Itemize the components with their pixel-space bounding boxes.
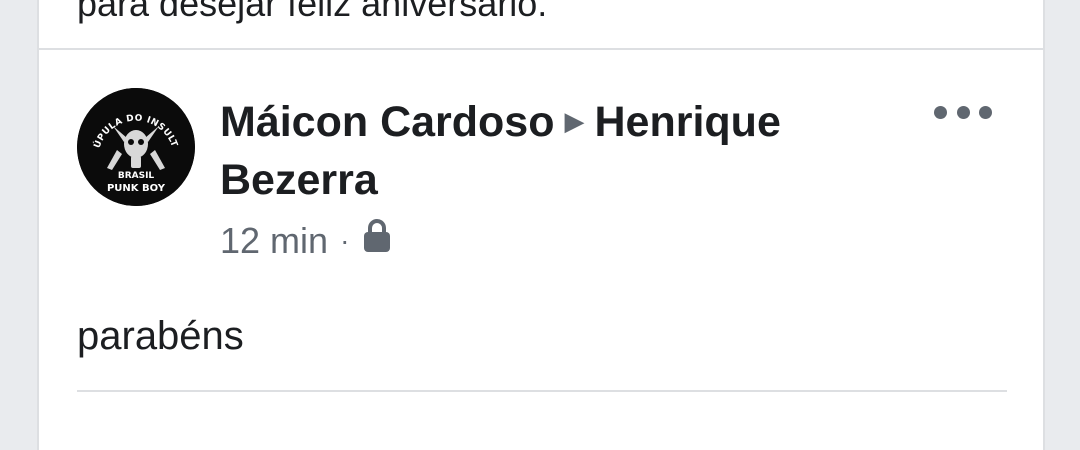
post-body-text: parabéns [77, 314, 244, 358]
post-header-title: Máicon Cardoso ▶ Henrique Bezerra [220, 92, 880, 209]
avatar[interactable]: CÚPULA DO INSULTO BRASIL PUNK BOY [77, 88, 195, 206]
meta-separator: · [340, 224, 350, 256]
avatar-line1: BRASIL [118, 171, 155, 181]
timestamp-link[interactable]: 12 min [220, 220, 328, 262]
lock-icon[interactable] [361, 218, 393, 263]
post-card: CÚPULA DO INSULTO BRASIL PUNK BOY Máicon… [37, 50, 1045, 450]
arrow-right-icon: ▶ [564, 106, 585, 136]
more-options-icon[interactable] [934, 100, 992, 124]
avatar-line2: PUNK BOY [107, 183, 166, 194]
avatar-image: CÚPULA DO INSULTO BRASIL PUNK BOY [77, 88, 195, 206]
author-name-link[interactable]: Máicon Cardoso [220, 98, 555, 146]
post-meta: 12 min · [220, 218, 393, 263]
previous-post-text: para desejar feliz aniversário. [77, 0, 548, 24]
previous-post-card: para desejar feliz aniversário. [37, 0, 1045, 50]
divider [77, 390, 1007, 392]
